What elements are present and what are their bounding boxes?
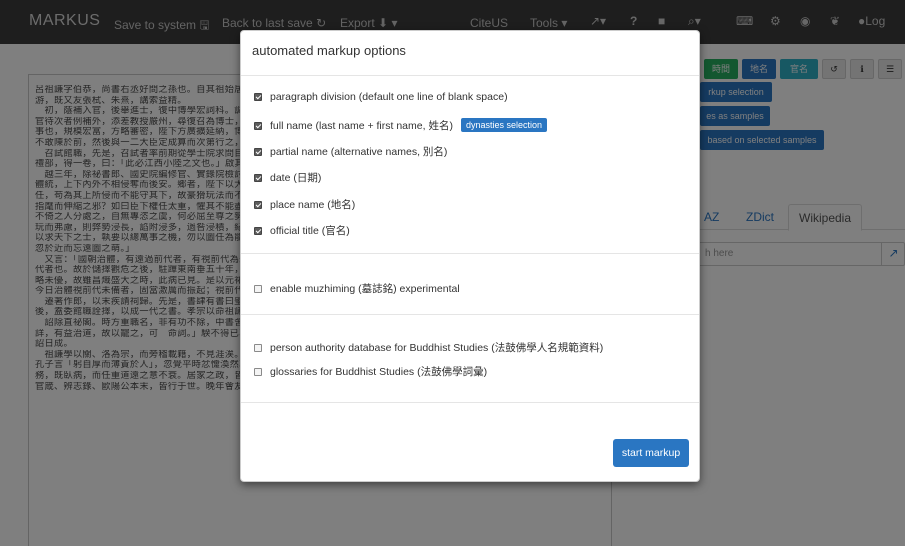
option-buddhist-glossaries[interactable]: glossaries for Buddhist Studies (法鼓佛學詞彙) bbox=[254, 364, 487, 379]
option-place-name[interactable]: place name (地名) bbox=[254, 197, 355, 212]
checkbox[interactable] bbox=[254, 122, 262, 130]
divider bbox=[241, 253, 699, 254]
dynasties-selection-button[interactable]: dynasties selection bbox=[460, 118, 547, 132]
option-official-title[interactable]: official title (官名) bbox=[254, 223, 350, 238]
checkbox[interactable] bbox=[254, 344, 262, 352]
checkbox[interactable] bbox=[254, 285, 262, 293]
option-partial-name[interactable]: partial name (alternative names, 別名) bbox=[254, 144, 447, 159]
checkbox[interactable] bbox=[254, 148, 262, 156]
option-date[interactable]: date (日期) bbox=[254, 170, 321, 185]
option-paragraph-division[interactable]: paragraph division (default one line of … bbox=[254, 91, 508, 103]
checkbox[interactable] bbox=[254, 201, 262, 209]
checkbox[interactable] bbox=[254, 93, 262, 101]
divider bbox=[241, 314, 699, 315]
checkbox[interactable] bbox=[254, 174, 262, 182]
modal-title: automated markup options bbox=[252, 43, 406, 58]
modal-header: automated markup options bbox=[241, 31, 699, 76]
start-markup-button[interactable]: start markup bbox=[613, 439, 689, 467]
option-full-name[interactable]: full name (last name + first name, 姓名) dy… bbox=[254, 118, 547, 133]
divider bbox=[241, 402, 699, 403]
checkbox[interactable] bbox=[254, 227, 262, 235]
option-muzhiming[interactable]: enable muzhiming (墓誌銘) experimental bbox=[254, 281, 460, 296]
checkbox[interactable] bbox=[254, 368, 262, 376]
option-person-authority-db[interactable]: person authority database for Buddhist S… bbox=[254, 340, 603, 355]
automated-markup-modal: automated markup options paragraph divis… bbox=[240, 30, 700, 482]
